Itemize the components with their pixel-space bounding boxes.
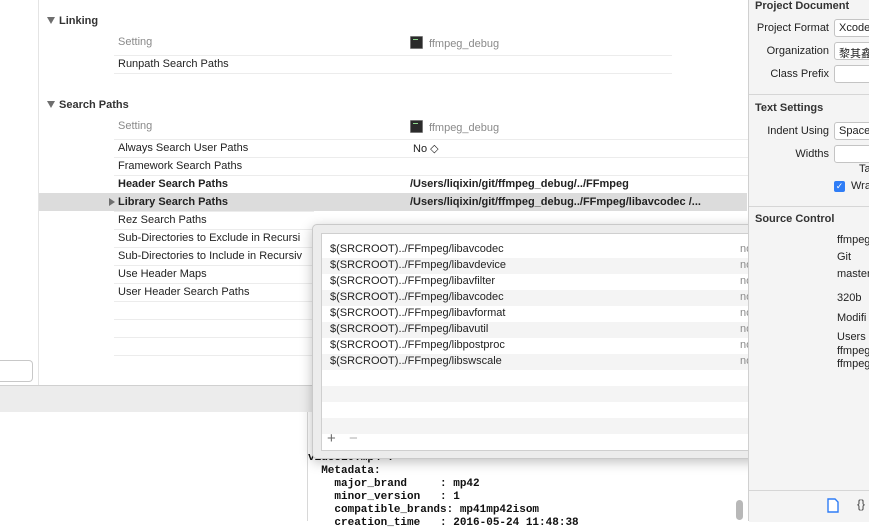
row-divider: [114, 211, 314, 212]
row-divider: [114, 73, 672, 74]
row-divider: [114, 175, 748, 176]
wrap-lines-checkbox[interactable]: ✓: [834, 181, 845, 192]
source-control-value: ffmpeg: [837, 358, 869, 370]
library-bar: {}: [749, 490, 869, 522]
search-path-value[interactable]: $(SRCROOT)../FFmpeg/libavcodec: [330, 243, 504, 255]
project-format-label: Project Format: [756, 22, 829, 34]
console-scrollbar[interactable]: [736, 500, 743, 520]
search-path-value[interactable]: $(SRCROOT)../FFmpeg/libavutil: [330, 323, 488, 335]
class-prefix-field[interactable]: [834, 65, 869, 83]
project-document-title: Project Document: [755, 0, 850, 12]
setting-subdirs-include[interactable]: Sub-Directories to Include in Recursiv: [118, 250, 302, 262]
source-control-value: Modifi: [837, 312, 867, 324]
organization-label: Organization: [766, 45, 829, 57]
section-search-paths[interactable]: Search Paths: [47, 99, 129, 111]
setting-column-header: Setting: [118, 120, 153, 132]
disclosure-triangle-icon[interactable]: [47, 101, 55, 108]
console-line: major_brand : mp42: [308, 478, 480, 490]
add-path-button[interactable]: +: [327, 430, 336, 447]
row-divider: [114, 265, 314, 266]
source-control-value: 320b: [837, 292, 862, 304]
wrap-lines-label: Wra: [851, 180, 869, 192]
target-column-header[interactable]: ffmpeg_debug: [410, 36, 499, 50]
search-path-value[interactable]: $(SRCROOT)../FFmpeg/libavdevice: [330, 259, 506, 271]
source-control-value: master: [837, 268, 869, 280]
text-settings-title: Text Settings: [755, 102, 824, 114]
row-divider: [114, 301, 314, 302]
source-control-value: ffmpeg: [837, 234, 869, 246]
target-icon: [410, 36, 423, 49]
setting-library-search-paths[interactable]: Library Search Paths: [118, 196, 228, 208]
project-format-select[interactable]: Xcode: [834, 19, 869, 37]
setting-always-search-user-paths[interactable]: Always Search User Paths: [118, 142, 248, 154]
row-divider: [114, 229, 314, 230]
widths-label: Widths: [795, 148, 829, 160]
console-line: creation_time : 2016-05-24 11:48:38: [308, 517, 579, 529]
divider: [749, 206, 869, 207]
target-icon: [410, 120, 423, 133]
setting-framework-search-paths[interactable]: Framework Search Paths: [118, 160, 242, 172]
setting-header-search-paths[interactable]: Header Search Paths: [118, 178, 228, 190]
class-prefix-label: Class Prefix: [770, 68, 829, 80]
row-divider: [114, 355, 314, 356]
setting-column-header: Setting: [118, 36, 153, 48]
target-column-label: ffmpeg_debug: [429, 122, 500, 134]
organization-field[interactable]: 黎其鑫: [834, 42, 869, 60]
console-line: minor_version : 1: [308, 491, 460, 503]
indent-using-select[interactable]: Spaces: [834, 122, 869, 140]
row-divider: [114, 157, 748, 158]
remove-path-button[interactable]: −: [349, 430, 358, 447]
navigator-filter-field[interactable]: [0, 360, 33, 382]
always-search-user-paths-value[interactable]: No ◇: [413, 142, 439, 155]
search-path-value[interactable]: $(SRCROOT)../FFmpeg/libpostproc: [330, 339, 505, 351]
expand-row-triangle-icon[interactable]: [109, 197, 115, 209]
setting-user-header-search-paths[interactable]: User Header Search Paths: [118, 286, 249, 298]
source-control-value: Git: [837, 251, 852, 263]
section-search-paths-title: Search Paths: [59, 99, 129, 111]
setting-subdirs-exclude[interactable]: Sub-Directories to Exclude in Recursi: [118, 232, 300, 244]
library-search-paths-value[interactable]: /Users/liqixin/git/ffmpeg_debug../FFmpeg…: [410, 196, 701, 208]
divider: [749, 94, 869, 95]
target-column-header[interactable]: ffmpeg_debug: [410, 120, 499, 134]
source-control-value: ffmpeg: [837, 345, 869, 357]
row-divider: [114, 139, 748, 140]
row-divider: [114, 283, 314, 284]
section-linking-title: Linking: [59, 15, 99, 27]
source-control-title: Source Control: [755, 213, 835, 225]
disclosure-triangle-icon[interactable]: [47, 17, 55, 24]
row-divider: [114, 247, 314, 248]
row-divider: [114, 337, 314, 338]
setting-use-header-maps[interactable]: Use Header Maps: [118, 268, 207, 280]
indent-using-label: Indent Using: [767, 125, 829, 137]
setting-runpath-search-paths[interactable]: Runpath Search Paths: [118, 58, 229, 70]
navigator-panel: [0, 0, 39, 385]
tab-width-label: Ta: [859, 163, 869, 175]
search-path-value[interactable]: $(SRCROOT)../FFmpeg/libavcodec: [330, 291, 504, 303]
widths-field[interactable]: [834, 145, 869, 163]
section-linking[interactable]: Linking: [47, 15, 98, 27]
inspector-panel: Project Document Project Format Xcode Or…: [748, 0, 869, 522]
variables-view: [0, 412, 308, 521]
row-divider: [114, 55, 672, 56]
console-line: Metadata:: [308, 465, 381, 477]
code-snippet-icon[interactable]: {}: [857, 497, 865, 511]
file-template-icon[interactable]: [827, 498, 839, 513]
console-line: compatible_brands: mp41mp42isom: [308, 504, 540, 516]
search-path-value[interactable]: $(SRCROOT)../FFmpeg/libswscale: [330, 355, 502, 367]
setting-rez-search-paths[interactable]: Rez Search Paths: [118, 214, 207, 226]
source-control-value: Users: [837, 331, 866, 343]
row-divider: [114, 319, 314, 320]
search-path-value[interactable]: $(SRCROOT)../FFmpeg/libavfilter: [330, 275, 495, 287]
search-path-value[interactable]: $(SRCROOT)../FFmpeg/libavformat: [330, 307, 505, 319]
header-search-paths-value[interactable]: /Users/liqixin/git/ffmpeg_debug/../FFmpe…: [410, 178, 629, 190]
target-column-label: ffmpeg_debug: [429, 38, 500, 50]
